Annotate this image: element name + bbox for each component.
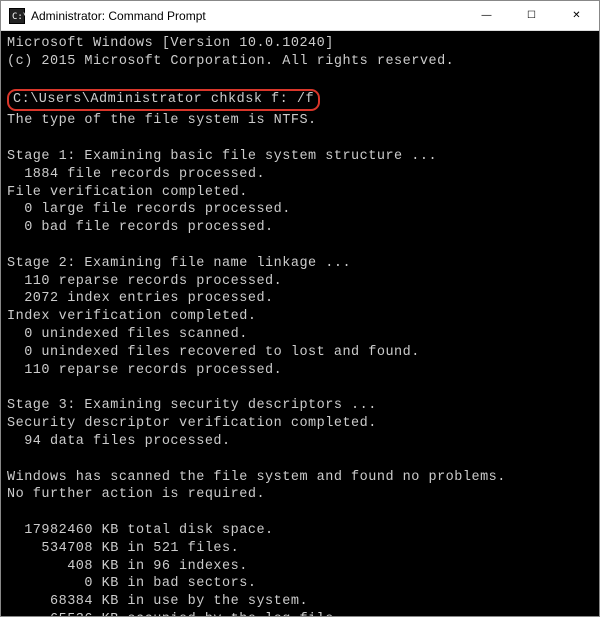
output-line: 0 KB in bad sectors. xyxy=(7,576,256,591)
output-line: Windows has scanned the file system and … xyxy=(7,470,506,485)
output-line: 110 reparse records processed. xyxy=(7,363,282,378)
output-line: Stage 1: Examining basic file system str… xyxy=(7,149,437,164)
output-line: 0 bad file records processed. xyxy=(7,220,274,235)
output-line: File verification completed. xyxy=(7,185,248,200)
close-button[interactable]: ✕ xyxy=(554,1,599,30)
output-line: Microsoft Windows [Version 10.0.10240] xyxy=(7,36,334,51)
output-line: 110 reparse records processed. xyxy=(7,274,282,289)
cmd-window: C:\ Administrator: Command Prompt — ☐ ✕ … xyxy=(0,0,600,617)
output-line: Stage 3: Examining security descriptors … xyxy=(7,398,377,413)
output-line: 408 KB in 96 indexes. xyxy=(7,559,248,574)
output-line: 0 unindexed files recovered to lost and … xyxy=(7,345,420,360)
output-line: No further action is required. xyxy=(7,487,265,502)
output-line: 94 data files processed. xyxy=(7,434,231,449)
close-icon: ✕ xyxy=(572,10,580,21)
output-line: 17982460 KB total disk space. xyxy=(7,523,274,538)
highlighted-command: C:\Users\Administrator chkdsk f: /f xyxy=(7,89,320,111)
output-line: 534708 KB in 521 files. xyxy=(7,541,239,556)
output-line: (c) 2015 Microsoft Corporation. All righ… xyxy=(7,54,454,69)
cmd-icon: C:\ xyxy=(9,8,25,24)
terminal-output[interactable]: Microsoft Windows [Version 10.0.10240] (… xyxy=(1,31,599,616)
maximize-icon: ☐ xyxy=(527,10,536,21)
output-line: Security descriptor verification complet… xyxy=(7,416,377,431)
output-line: 0 large file records processed. xyxy=(7,202,291,217)
output-line: 2072 index entries processed. xyxy=(7,291,274,306)
output-line: Stage 2: Examining file name linkage ... xyxy=(7,256,351,271)
titlebar[interactable]: C:\ Administrator: Command Prompt — ☐ ✕ xyxy=(1,1,599,31)
window-controls: — ☐ ✕ xyxy=(464,1,599,30)
output-line: 68384 KB in use by the system. xyxy=(7,594,308,609)
output-line: 65536 KB occupied by the log file. xyxy=(7,612,342,616)
svg-text:C:\: C:\ xyxy=(12,12,25,22)
output-line: Index verification completed. xyxy=(7,309,256,324)
minimize-icon: — xyxy=(482,10,492,21)
output-line: 1884 file records processed. xyxy=(7,167,265,182)
output-line: The type of the file system is NTFS. xyxy=(7,113,317,128)
minimize-button[interactable]: — xyxy=(464,1,509,30)
maximize-button[interactable]: ☐ xyxy=(509,1,554,30)
window-title: Administrator: Command Prompt xyxy=(31,9,464,23)
output-line: 0 unindexed files scanned. xyxy=(7,327,248,342)
